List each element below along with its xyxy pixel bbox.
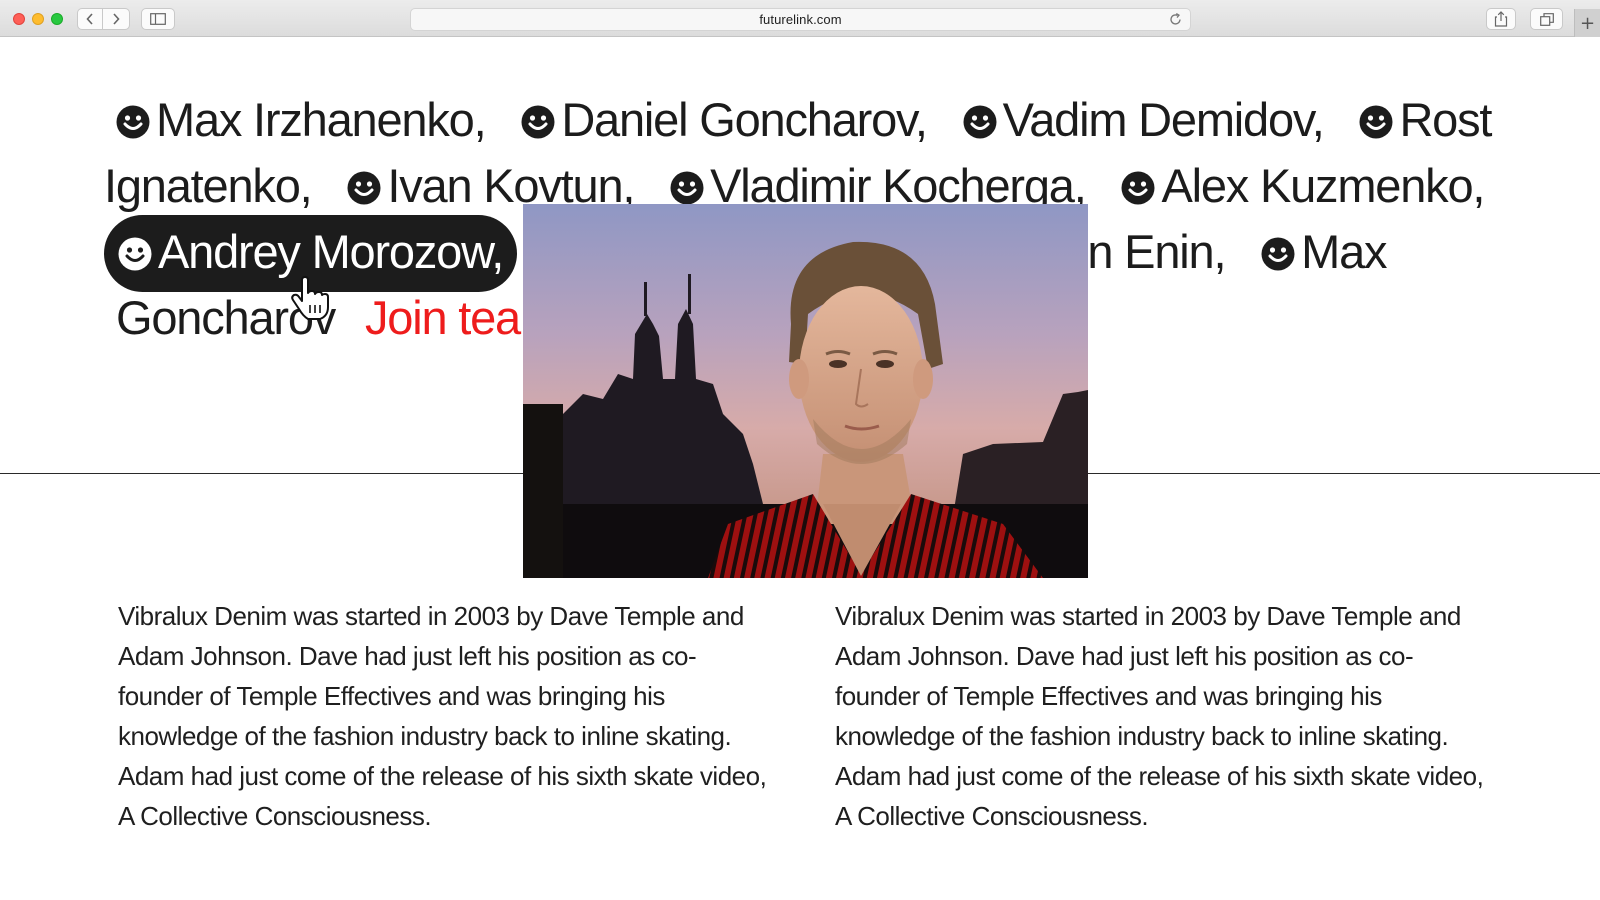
address-bar[interactable]: futurelink.com xyxy=(410,8,1191,31)
smiley-icon xyxy=(347,171,381,205)
team-member-link[interactable]: Alex Kuzmenko, xyxy=(1109,159,1496,212)
back-button[interactable] xyxy=(77,8,103,30)
sidebar-toggle-button[interactable] xyxy=(141,8,175,30)
smiley-icon xyxy=(1359,105,1393,139)
browser-toolbar: futurelink.com + xyxy=(0,0,1600,37)
fullscreen-window-button[interactable] xyxy=(51,13,63,25)
share-icon xyxy=(1494,11,1508,27)
share-button[interactable] xyxy=(1486,8,1516,30)
smiley-icon xyxy=(521,105,555,139)
show-tabs-button[interactable] xyxy=(1530,8,1563,30)
url-text: futurelink.com xyxy=(759,12,842,27)
tabs-overview-icon xyxy=(1539,12,1554,26)
team-member-name: Vadim Demidov, xyxy=(1002,93,1325,146)
smiley-icon xyxy=(670,171,704,205)
hand-pointer-icon xyxy=(291,276,329,320)
member-photo-preview xyxy=(523,204,1088,578)
chevron-left-icon xyxy=(86,13,93,25)
chevron-right-icon xyxy=(113,13,120,25)
sidebar-icon xyxy=(150,13,166,25)
reload-icon[interactable] xyxy=(1168,12,1183,27)
smiley-icon xyxy=(1121,171,1155,205)
team-member-name: Max xyxy=(1301,225,1387,278)
team-member-link[interactable]: Max Irzhanenko, xyxy=(104,93,497,146)
team-member-link[interactable]: Max xyxy=(1249,225,1398,278)
about-text-left: Vibralux Denim was started in 2003 by Da… xyxy=(118,601,767,831)
minimize-window-button[interactable] xyxy=(32,13,44,25)
smiley-icon xyxy=(963,105,997,139)
team-member-link[interactable]: Vadim Demidov, xyxy=(951,93,1336,146)
team-member-name: Daniel Goncharov, xyxy=(561,93,928,146)
plus-icon: + xyxy=(1579,12,1596,34)
smiley-icon xyxy=(1261,237,1295,271)
team-member-name: Andrey Morozow, xyxy=(158,225,504,278)
team-member-link[interactable]: Daniel Goncharov, xyxy=(509,93,938,146)
smiley-icon xyxy=(118,237,152,271)
about-text-right: Vibralux Denim was started in 2003 by Da… xyxy=(835,601,1484,831)
team-member-name: Alex Kuzmenko, xyxy=(1161,159,1485,212)
forward-button[interactable] xyxy=(103,8,130,30)
team-member-name: Max Irzhanenko, xyxy=(156,93,487,146)
new-tab-button[interactable]: + xyxy=(1574,9,1600,37)
smiley-icon xyxy=(116,105,150,139)
close-window-button[interactable] xyxy=(13,13,25,25)
